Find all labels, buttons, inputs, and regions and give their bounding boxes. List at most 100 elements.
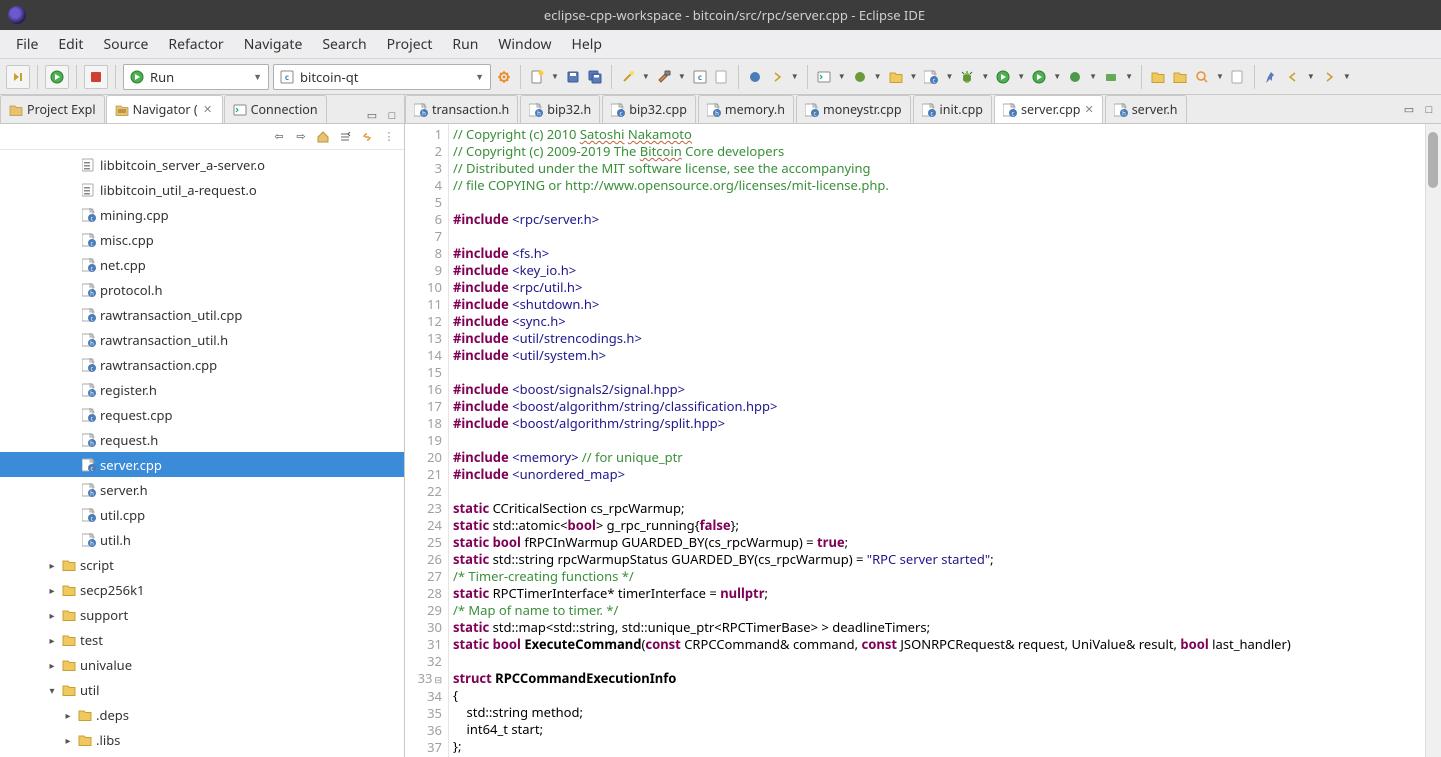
tree-folder-univalue[interactable]: ▸univalue [0,652,404,677]
wand-button[interactable] [619,65,637,89]
close-icon[interactable]: ✕ [202,104,214,116]
editor-tab-server-h[interactable]: server.h [1105,95,1187,123]
hammer-button[interactable] [655,65,673,89]
tree-file-misc-cpp[interactable]: misc.cpp [0,227,404,252]
back-icon[interactable]: ⇦ [270,128,288,146]
debug-button[interactable] [958,65,976,89]
tree-file-protocol-h[interactable]: protocol.h [0,277,404,302]
pin-editor-button[interactable] [1262,65,1280,89]
menu-refactor[interactable]: Refactor [158,31,233,58]
run2-button[interactable] [994,65,1012,89]
file-tree[interactable]: libbitcoin_server_a-server.olibbitcoin_u… [0,150,404,757]
tree-file-mining-cpp[interactable]: mining.cpp [0,202,404,227]
editor-tab-bip32-h[interactable]: bip32.h [520,95,600,123]
menu-run[interactable]: Run [442,31,488,58]
back-button[interactable] [1284,65,1302,89]
save-all-button[interactable] [586,65,604,89]
tree-folder--deps[interactable]: ▸.deps [0,702,404,727]
toggle-mark-button[interactable] [746,65,764,89]
forward-icon[interactable]: ⇨ [292,128,310,146]
minimize-icon[interactable]: ▭ [1401,101,1417,117]
editor-tab-moneystr-cpp[interactable]: moneystr.cpp [796,95,911,123]
close-icon[interactable]: ✕ [1084,102,1093,117]
open-type-button[interactable] [1149,65,1167,89]
forward-button[interactable] [1320,65,1338,89]
editor-tab-init-cpp[interactable]: init.cpp [913,95,992,123]
new-folder-button[interactable] [887,65,905,89]
menu-help[interactable]: Help [562,31,613,58]
maximize-icon[interactable]: □ [1421,101,1437,117]
new-button[interactable] [528,65,546,89]
tree-folder-util[interactable]: ▾util [0,677,404,702]
open-task-button[interactable] [1229,65,1247,89]
open-element-button[interactable] [1171,65,1189,89]
menu-window[interactable]: Window [488,31,561,58]
expander-icon[interactable]: ▸ [46,608,58,622]
maximize-icon[interactable]: □ [384,107,400,123]
tree-folder-script[interactable]: ▸script [0,552,404,577]
tree-file-util-cpp[interactable]: util.cpp [0,502,404,527]
stop-button[interactable] [84,65,108,89]
expander-icon[interactable]: ▸ [62,708,74,722]
link-editor-icon[interactable] [358,128,376,146]
run-config-combo[interactable]: Run ▼ [123,64,269,90]
profile-button[interactable] [1066,65,1084,89]
expander-icon[interactable]: ▸ [46,658,58,672]
next-annotation-button[interactable] [768,65,786,89]
new-connection-button[interactable] [815,65,833,89]
minimize-icon[interactable]: ▭ [364,107,380,123]
expander-icon[interactable]: ▸ [46,558,58,572]
build-target-button[interactable] [691,65,709,89]
expander-icon[interactable]: ▸ [46,583,58,597]
menu-file[interactable]: File [6,31,48,58]
new-source-button[interactable] [922,65,940,89]
tree-file-request-h[interactable]: request.h [0,427,404,452]
skip-button[interactable] [6,65,30,89]
tree-folder-support[interactable]: ▸support [0,602,404,627]
run-button[interactable] [45,65,69,89]
tree-folder--libs[interactable]: ▸.libs [0,727,404,752]
ext-tools-button[interactable] [1102,65,1120,89]
save-button[interactable] [564,65,582,89]
editor-tab-bip32-cpp[interactable]: bip32.cpp [602,95,696,123]
view-tab-project-expl[interactable]: Project Expl [0,95,105,123]
tree-file-register-h[interactable]: register.h [0,377,404,402]
editor-tab-transaction-h[interactable]: transaction.h [405,95,518,123]
tree-file-util-h[interactable]: util.h [0,527,404,552]
tree-file-rawtransaction-cpp[interactable]: rawtransaction.cpp [0,352,404,377]
menu-search[interactable]: Search [312,31,376,58]
menu-navigate[interactable]: Navigate [234,31,313,58]
expander-icon[interactable]: ▸ [46,633,58,647]
expander-icon[interactable]: ▾ [46,683,58,697]
up-icon[interactable] [314,128,332,146]
tree-file-server-h[interactable]: server.h [0,477,404,502]
expander-icon[interactable]: ▸ [62,733,74,747]
tree-file-libbitcoin-server-a-server-o[interactable]: libbitcoin_server_a-server.o [0,152,404,177]
menu-project[interactable]: Project [377,31,443,58]
code-editor[interactable]: 1234567891011121314151617181920212223242… [405,124,1441,757]
tree-file-request-cpp[interactable]: request.cpp [0,402,404,427]
code-content[interactable]: // Copyright (c) 2010 Satoshi Nakamoto//… [449,124,1425,757]
tree-folder-test[interactable]: ▸test [0,627,404,652]
search-button[interactable] [1193,65,1211,89]
tree-file-libbitcoin-util-a-request-o[interactable]: libbitcoin_util_a-request.o [0,177,404,202]
view-tab-connection[interactable]: Connection [224,95,327,123]
editor-tab-memory-h[interactable]: memory.h [698,95,794,123]
editor-tab-server-cpp[interactable]: server.cpp✕ [994,95,1103,123]
menu-source[interactable]: Source [93,31,158,58]
config-gear-icon[interactable] [495,65,513,89]
scrollbar[interactable] [1425,124,1441,757]
new-class-button[interactable] [851,65,869,89]
scrollbar-thumb[interactable] [1428,132,1438,188]
collapse-all-icon[interactable] [336,128,354,146]
menu-edit[interactable]: Edit [48,31,93,58]
tree-file-server-cpp[interactable]: server.cpp [0,452,404,477]
tree-file-rawtransaction-util-cpp[interactable]: rawtransaction_util.cpp [0,302,404,327]
tree-folder-secp256k1[interactable]: ▸secp256k1 [0,577,404,602]
view-menu-icon[interactable]: ⋮ [380,128,398,146]
view-tab-navigator-[interactable]: Navigator (✕ [106,95,223,123]
coverage-button[interactable] [1030,65,1048,89]
launch-target-combo[interactable]: bitcoin-qt ▼ [273,64,491,90]
tree-file-rawtransaction-util-h[interactable]: rawtransaction_util.h [0,327,404,352]
tree-file-dirstamp[interactable]: dirstamp [0,752,404,757]
